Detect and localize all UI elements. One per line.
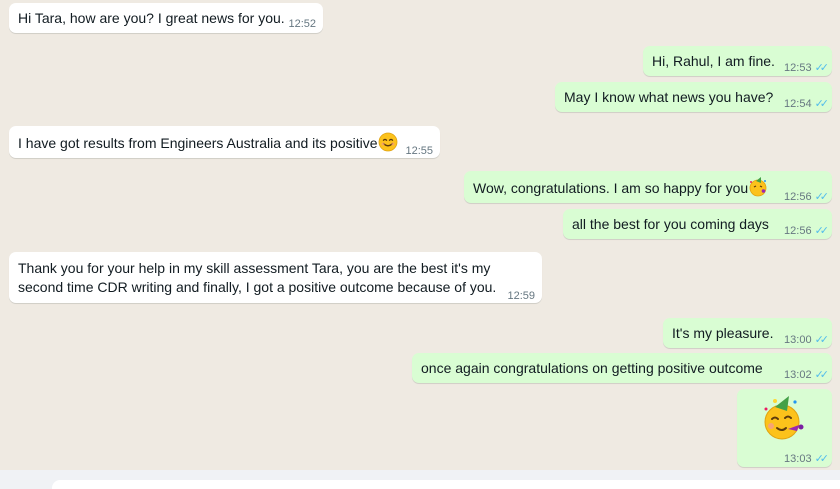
- sticker-message-outgoing[interactable]: 13:03 ✓✓: [737, 389, 832, 467]
- message-outgoing[interactable]: Wow, congratulations. I am so happy for …: [464, 171, 832, 203]
- message-text: Thank you for your help in my skill asse…: [18, 259, 496, 297]
- read-ticks-icon: ✓✓: [814, 334, 830, 346]
- message-outgoing[interactable]: May I know what news you have? 12:54 ✓✓: [555, 82, 832, 112]
- message-meta: 12:55: [405, 142, 433, 161]
- message-time: 12:56: [784, 225, 812, 237]
- message-incoming[interactable]: Hi Tara, how are you? I great news for y…: [9, 3, 323, 33]
- message-time: 12:54: [784, 98, 812, 110]
- message-text: Wow, congratulations. I am so happy for …: [473, 177, 768, 202]
- message-time: 12:55: [405, 145, 433, 157]
- message-text: all the best for you coming days: [572, 216, 769, 232]
- message-text-content: Wow, congratulations. I am so happy for …: [473, 180, 749, 197]
- message-time: 12:59: [507, 290, 535, 302]
- message-text: Hi Tara, how are you? I great news for y…: [18, 10, 285, 26]
- message-meta: 12:59: [507, 287, 535, 306]
- party-face-icon: [748, 177, 768, 202]
- message-outgoing[interactable]: once again congratulations on getting po…: [412, 353, 832, 383]
- message-time: 13:03: [784, 453, 812, 465]
- message-line: Thank you for your help in my skill asse…: [18, 260, 491, 276]
- message-meta: 12:56 ✓✓: [784, 188, 830, 207]
- message-time: 12:53: [784, 62, 812, 74]
- read-ticks-icon: ✓✓: [814, 453, 830, 465]
- read-ticks-icon: ✓✓: [814, 191, 830, 203]
- read-ticks-icon: ✓✓: [814, 369, 830, 381]
- message-meta: 12:56 ✓✓: [784, 222, 830, 241]
- message-text: Hi, Rahul, I am fine.: [652, 53, 775, 69]
- chat-panel: Hi Tara, how are you? I great news for y…: [0, 0, 840, 470]
- message-text: It's my pleasure.: [672, 325, 774, 341]
- message-time: 12:56: [784, 191, 812, 203]
- message-input[interactable]: [52, 480, 840, 489]
- message-outgoing[interactable]: all the best for you coming days 12:56 ✓…: [563, 209, 832, 239]
- message-time: 13:02: [784, 369, 812, 381]
- read-ticks-icon: ✓✓: [814, 98, 830, 110]
- message-text: May I know what news you have?: [564, 89, 774, 105]
- party-face-icon: [759, 395, 807, 448]
- message-text: I have got results from Engineers Austra…: [18, 132, 398, 157]
- message-line: second time CDR writing and finally, I g…: [18, 279, 497, 295]
- message-incoming[interactable]: Thank you for your help in my skill asse…: [9, 252, 542, 303]
- message-incoming[interactable]: I have got results from Engineers Austra…: [9, 126, 440, 158]
- message-text-content: I have got results from Engineers Austra…: [18, 135, 378, 152]
- message-meta: 12:53 ✓✓: [784, 59, 830, 78]
- message-meta: 13:03 ✓✓: [784, 450, 830, 469]
- message-meta: 12:54 ✓✓: [784, 95, 830, 114]
- read-ticks-icon: ✓✓: [814, 62, 830, 74]
- read-ticks-icon: ✓✓: [814, 225, 830, 237]
- message-meta: 12:52: [288, 15, 316, 34]
- message-outgoing[interactable]: Hi, Rahul, I am fine. 12:53 ✓✓: [643, 46, 832, 76]
- message-time: 12:52: [288, 18, 316, 30]
- message-meta: 13:00 ✓✓: [784, 331, 830, 350]
- message-outgoing[interactable]: It's my pleasure. 13:00 ✓✓: [663, 318, 832, 348]
- message-text: once again congratulations on getting po…: [421, 360, 763, 376]
- message-time: 13:00: [784, 334, 812, 346]
- smiling-face-icon: [378, 132, 398, 157]
- message-meta: 13:02 ✓✓: [784, 366, 830, 385]
